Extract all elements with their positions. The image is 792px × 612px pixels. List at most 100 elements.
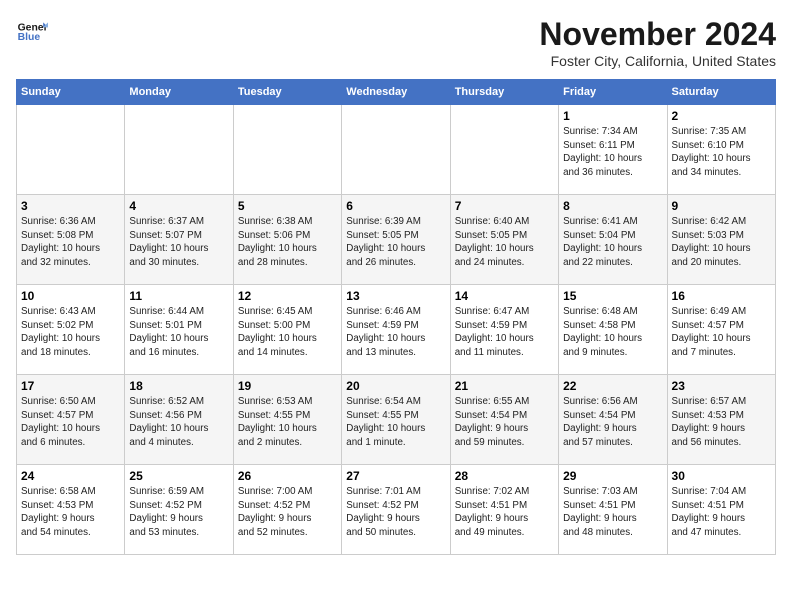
day-info: Sunrise: 7:02 AM Sunset: 4:51 PM Dayligh… xyxy=(455,485,554,540)
calendar-cell: 22 Sunrise: 6:56 AM Sunset: 4:54 PM Dayli… xyxy=(559,375,667,465)
day-number: 15 xyxy=(563,289,662,303)
day-info: Sunrise: 6:54 AM Sunset: 4:55 PM Dayligh… xyxy=(346,395,445,450)
day-header-thursday: Thursday xyxy=(450,80,558,105)
calendar-cell: 2 Sunrise: 7:35 AM Sunset: 6:10 PM Daylig… xyxy=(667,105,775,195)
day-info: Sunrise: 6:59 AM Sunset: 4:52 PM Dayligh… xyxy=(129,485,228,540)
day-number: 21 xyxy=(455,379,554,393)
calendar-cell: 17Sunrise: 6:50 AM Sunset: 4:57 PM Dayli… xyxy=(17,375,125,465)
day-number: 7 xyxy=(455,199,554,213)
calendar-cell: 1 Sunrise: 7:34 AM Sunset: 6:11 PM Daylig… xyxy=(559,105,667,195)
day-info: Sunrise: 6:49 AM Sunset: 4:57 PM Dayligh… xyxy=(672,305,771,360)
day-info: Sunrise: 7:01 AM Sunset: 4:52 PM Dayligh… xyxy=(346,485,445,540)
calendar-cell: 16 Sunrise: 6:49 AM Sunset: 4:57 PM Dayli… xyxy=(667,285,775,375)
calendar-cell: 23 Sunrise: 6:57 AM Sunset: 4:53 PM Dayli… xyxy=(667,375,775,465)
month-title: November 2024 xyxy=(539,16,776,53)
day-number: 24 xyxy=(21,469,120,483)
calendar-cell: 28Sunrise: 7:02 AM Sunset: 4:51 PM Dayli… xyxy=(450,465,558,555)
day-header-saturday: Saturday xyxy=(667,80,775,105)
day-number: 1 xyxy=(563,109,662,123)
day-info: Sunrise: 6:57 AM Sunset: 4:53 PM Dayligh… xyxy=(672,395,771,450)
calendar-cell: 14 Sunrise: 6:47 AM Sunset: 4:59 PM Dayli… xyxy=(450,285,558,375)
calendar-table: SundayMondayTuesdayWednesdayThursdayFrid… xyxy=(16,79,776,555)
day-info: Sunrise: 6:52 AM Sunset: 4:56 PM Dayligh… xyxy=(129,395,228,450)
calendar-cell: 19 Sunrise: 6:53 AM Sunset: 4:55 PM Dayli… xyxy=(233,375,341,465)
calendar-cell: 30 Sunrise: 7:04 AM Sunset: 4:51 PM Dayli… xyxy=(667,465,775,555)
calendar-cell xyxy=(125,105,233,195)
day-info: Sunrise: 6:58 AM Sunset: 4:53 PM Dayligh… xyxy=(21,485,120,540)
calendar-cell: 27 Sunrise: 7:01 AM Sunset: 4:52 PM Dayli… xyxy=(342,465,450,555)
day-number: 9 xyxy=(672,199,771,213)
day-number: 4 xyxy=(129,199,228,213)
calendar-cell: 29 Sunrise: 7:03 AM Sunset: 4:51 PM Dayli… xyxy=(559,465,667,555)
day-number: 18 xyxy=(129,379,228,393)
calendar-cell: 8 Sunrise: 6:41 AM Sunset: 5:04 PM Daylig… xyxy=(559,195,667,285)
day-number: 12 xyxy=(238,289,337,303)
day-number: 10 xyxy=(21,289,120,303)
calendar-cell xyxy=(450,105,558,195)
calendar-cell xyxy=(342,105,450,195)
page-header: General Blue November 2024 Foster City, … xyxy=(16,16,776,69)
day-info: Sunrise: 7:34 AM Sunset: 6:11 PM Dayligh… xyxy=(563,125,662,180)
title-area: November 2024 Foster City, California, U… xyxy=(539,16,776,69)
calendar-cell: 4Sunrise: 6:37 AM Sunset: 5:07 PM Daylig… xyxy=(125,195,233,285)
day-info: Sunrise: 6:48 AM Sunset: 4:58 PM Dayligh… xyxy=(563,305,662,360)
calendar-cell: 18 Sunrise: 6:52 AM Sunset: 4:56 PM Dayli… xyxy=(125,375,233,465)
day-info: Sunrise: 7:35 AM Sunset: 6:10 PM Dayligh… xyxy=(672,125,771,180)
calendar-week-row: 10 Sunrise: 6:43 AM Sunset: 5:02 PM Dayli… xyxy=(17,285,776,375)
calendar-header-row: SundayMondayTuesdayWednesdayThursdayFrid… xyxy=(17,80,776,105)
day-number: 27 xyxy=(346,469,445,483)
day-info: Sunrise: 6:39 AM Sunset: 5:05 PM Dayligh… xyxy=(346,215,445,270)
calendar-cell: 6 Sunrise: 6:39 AM Sunset: 5:05 PM Daylig… xyxy=(342,195,450,285)
day-number: 19 xyxy=(238,379,337,393)
day-number: 23 xyxy=(672,379,771,393)
day-number: 8 xyxy=(563,199,662,213)
day-number: 16 xyxy=(672,289,771,303)
day-header-tuesday: Tuesday xyxy=(233,80,341,105)
day-header-wednesday: Wednesday xyxy=(342,80,450,105)
calendar-cell: 25 Sunrise: 6:59 AM Sunset: 4:52 PM Dayli… xyxy=(125,465,233,555)
day-number: 14 xyxy=(455,289,554,303)
calendar-cell: 24 Sunrise: 6:58 AM Sunset: 4:53 PM Dayli… xyxy=(17,465,125,555)
day-info: Sunrise: 6:55 AM Sunset: 4:54 PM Dayligh… xyxy=(455,395,554,450)
calendar-cell: 20 Sunrise: 6:54 AM Sunset: 4:55 PM Dayli… xyxy=(342,375,450,465)
day-number: 5 xyxy=(238,199,337,213)
day-info: Sunrise: 6:40 AM Sunset: 5:05 PM Dayligh… xyxy=(455,215,554,270)
calendar-cell: 13Sunrise: 6:46 AM Sunset: 4:59 PM Dayli… xyxy=(342,285,450,375)
calendar-cell: 26Sunrise: 7:00 AM Sunset: 4:52 PM Dayli… xyxy=(233,465,341,555)
day-number: 6 xyxy=(346,199,445,213)
day-header-sunday: Sunday xyxy=(17,80,125,105)
logo: General Blue xyxy=(16,16,48,48)
day-number: 22 xyxy=(563,379,662,393)
day-number: 30 xyxy=(672,469,771,483)
logo-icon: General Blue xyxy=(16,16,48,48)
day-info: Sunrise: 6:45 AM Sunset: 5:00 PM Dayligh… xyxy=(238,305,337,360)
day-info: Sunrise: 6:47 AM Sunset: 4:59 PM Dayligh… xyxy=(455,305,554,360)
day-info: Sunrise: 6:41 AM Sunset: 5:04 PM Dayligh… xyxy=(563,215,662,270)
day-info: Sunrise: 6:50 AM Sunset: 4:57 PM Dayligh… xyxy=(21,395,120,450)
day-info: Sunrise: 6:53 AM Sunset: 4:55 PM Dayligh… xyxy=(238,395,337,450)
calendar-cell: 7 Sunrise: 6:40 AM Sunset: 5:05 PM Daylig… xyxy=(450,195,558,285)
calendar-week-row: 3Sunrise: 6:36 AM Sunset: 5:08 PM Daylig… xyxy=(17,195,776,285)
day-info: Sunrise: 7:04 AM Sunset: 4:51 PM Dayligh… xyxy=(672,485,771,540)
day-info: Sunrise: 6:36 AM Sunset: 5:08 PM Dayligh… xyxy=(21,215,120,270)
day-info: Sunrise: 6:44 AM Sunset: 5:01 PM Dayligh… xyxy=(129,305,228,360)
day-info: Sunrise: 6:56 AM Sunset: 4:54 PM Dayligh… xyxy=(563,395,662,450)
day-number: 20 xyxy=(346,379,445,393)
day-number: 11 xyxy=(129,289,228,303)
day-info: Sunrise: 7:03 AM Sunset: 4:51 PM Dayligh… xyxy=(563,485,662,540)
day-info: Sunrise: 6:46 AM Sunset: 4:59 PM Dayligh… xyxy=(346,305,445,360)
day-info: Sunrise: 6:38 AM Sunset: 5:06 PM Dayligh… xyxy=(238,215,337,270)
calendar-cell: 12 Sunrise: 6:45 AM Sunset: 5:00 PM Dayli… xyxy=(233,285,341,375)
calendar-week-row: 17Sunrise: 6:50 AM Sunset: 4:57 PM Dayli… xyxy=(17,375,776,465)
day-number: 2 xyxy=(672,109,771,123)
day-number: 25 xyxy=(129,469,228,483)
day-info: Sunrise: 6:42 AM Sunset: 5:03 PM Dayligh… xyxy=(672,215,771,270)
svg-text:Blue: Blue xyxy=(18,32,41,43)
day-info: Sunrise: 6:43 AM Sunset: 5:02 PM Dayligh… xyxy=(21,305,120,360)
day-header-monday: Monday xyxy=(125,80,233,105)
calendar-cell: 11 Sunrise: 6:44 AM Sunset: 5:01 PM Dayli… xyxy=(125,285,233,375)
calendar-cell: 9 Sunrise: 6:42 AM Sunset: 5:03 PM Daylig… xyxy=(667,195,775,285)
day-number: 29 xyxy=(563,469,662,483)
day-number: 26 xyxy=(238,469,337,483)
calendar-cell: 21 Sunrise: 6:55 AM Sunset: 4:54 PM Dayli… xyxy=(450,375,558,465)
